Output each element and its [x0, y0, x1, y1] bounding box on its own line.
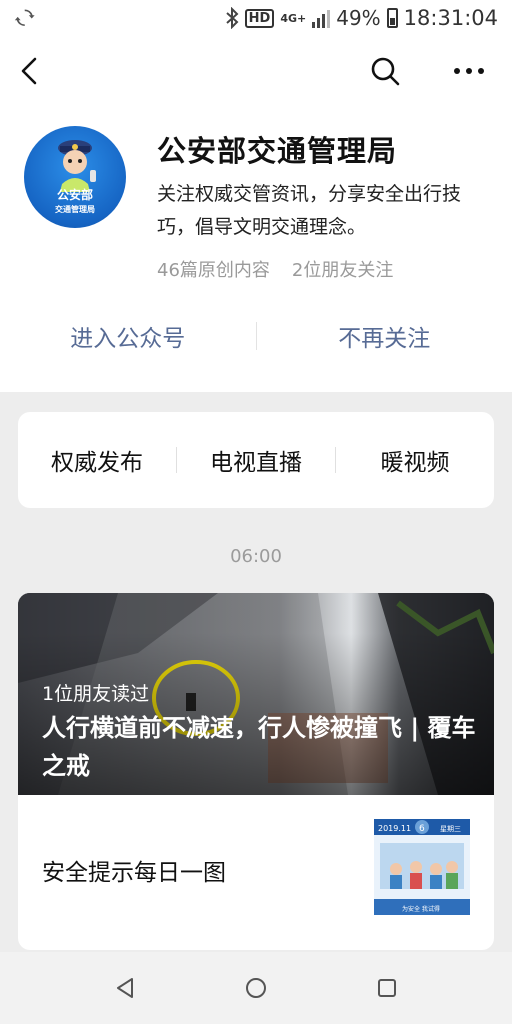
- avatar-subtitle: 交通管理局: [55, 205, 95, 214]
- sub-article[interactable]: 安全提示每日一图 2019.11 6 星期三 为安全 我试得: [18, 795, 494, 950]
- sub-article-thumbnail: 2019.11 6 星期三 为安全 我试得: [374, 819, 470, 915]
- bluetooth-icon: [225, 7, 239, 29]
- avatar-title: 公安部: [56, 188, 93, 202]
- account-avatar[interactable]: 公安部 交通管理局: [24, 126, 126, 228]
- friends-read-label: 1位朋友读过: [42, 683, 150, 705]
- more-dots-icon: [454, 68, 484, 74]
- triangle-back-icon: [117, 978, 134, 998]
- account-profile: 公安部 交通管理局 公安部交通管理局 关注权威交管资讯，分享安全出行技巧，倡导文…: [0, 36, 512, 392]
- sub-article-title: 安全提示每日一图: [42, 860, 226, 886]
- thumbnail-image: 2019.11 6 星期三 为安全 我试得: [374, 819, 470, 915]
- main-article-title: 人行横道前不减速，行人惨被撞飞 | 覆车之戒: [42, 714, 476, 780]
- account-stats: 46篇原创内容 2位朋友关注: [157, 256, 393, 282]
- hd-badge: HD: [244, 8, 275, 28]
- friends-following[interactable]: 2位朋友关注: [292, 256, 393, 282]
- chevron-left-icon: [21, 57, 37, 85]
- feed-timestamp: 06:00: [230, 546, 282, 567]
- back-button[interactable]: [8, 50, 50, 92]
- article-card: 1位朋友读过 人行横道前不减速，行人惨被撞飞 | 覆车之戒 安全提示每日一图 2…: [18, 593, 494, 950]
- status-bar: HD 4G+ 49% 18:31:04: [0, 0, 512, 36]
- battery-percent: 49%: [336, 6, 381, 30]
- system-navigation-bar: [0, 952, 512, 1024]
- original-count: 46篇原创内容: [157, 260, 270, 281]
- battery-icon: [386, 8, 398, 28]
- account-actions: 进入公众号 不再关注: [0, 312, 512, 360]
- menu-item-tv-live[interactable]: 电视直播: [177, 443, 335, 477]
- system-recents-button[interactable]: [367, 968, 407, 1008]
- signal-icon: [312, 10, 331, 28]
- network-indicator: 4G+: [280, 11, 307, 25]
- search-icon: [371, 57, 400, 86]
- account-name: 公安部交通管理局: [157, 134, 398, 168]
- more-button[interactable]: [448, 50, 490, 92]
- square-recents-icon: [377, 979, 396, 997]
- system-home-button[interactable]: [236, 968, 276, 1008]
- clock: 18:31:04: [403, 6, 498, 30]
- account-menu: 权威发布 电视直播 暖视频: [18, 412, 494, 508]
- system-back-button[interactable]: [105, 968, 145, 1008]
- account-description: 关注权威交管资讯，分享安全出行技巧，倡导文明交通理念。: [157, 183, 462, 238]
- navigation-bar: [0, 36, 512, 106]
- menu-item-authority[interactable]: 权威发布: [18, 443, 176, 477]
- enter-account-button[interactable]: 进入公众号: [0, 319, 256, 353]
- thumbnail-caption: 为安全 我试得: [402, 905, 440, 913]
- sync-icon: [14, 9, 35, 26]
- thumbnail-date: 2019.11: [378, 824, 411, 833]
- unfollow-button[interactable]: 不再关注: [257, 319, 512, 353]
- thumbnail-day: 6: [419, 824, 425, 834]
- circle-home-icon: [245, 978, 266, 998]
- main-article[interactable]: 1位朋友读过 人行横道前不减速，行人惨被撞飞 | 覆车之戒: [18, 593, 494, 795]
- menu-item-warm-video[interactable]: 暖视频: [336, 443, 494, 477]
- thumbnail-weekday: 星期三: [440, 825, 461, 833]
- search-button[interactable]: [364, 50, 406, 92]
